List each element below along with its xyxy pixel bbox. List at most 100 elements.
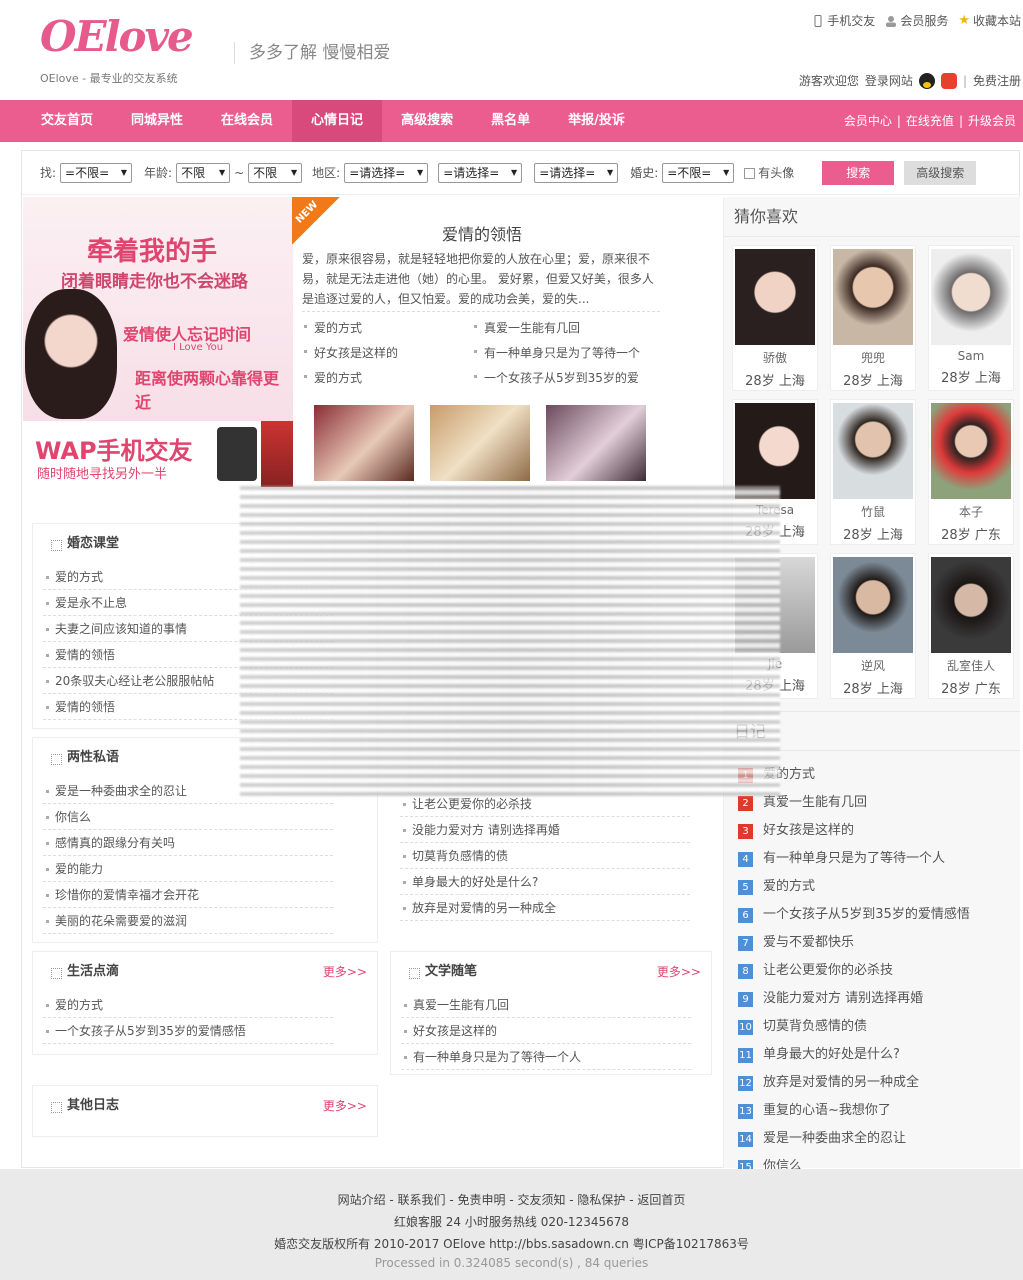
member-card[interactable]: 竹鼠 28岁 上海 (830, 399, 916, 545)
qq-login-icon[interactable] (918, 72, 935, 89)
member-name: 骄傲 (762, 351, 787, 365)
list-item[interactable]: 美丽的花朵需要爱的滋润 (43, 908, 333, 934)
has-photo-option[interactable]: 有头像 (744, 164, 794, 181)
rank-item[interactable]: 10 切莫背负感情的债 (738, 1013, 1020, 1041)
thumbnail-item[interactable] (430, 405, 530, 481)
section-literature-title: 文学随笔 更多>> (391, 952, 711, 992)
rank-item[interactable]: 2 真爱一生能有几回 (738, 789, 1020, 817)
has-photo-checkbox[interactable] (744, 168, 756, 179)
rank-item[interactable]: 5 爱的方式 (738, 873, 1020, 901)
nav-blacklist[interactable]: 黑名单 (472, 100, 549, 142)
rank-item[interactable]: 8 让老公更爱你的必杀技 (738, 957, 1020, 985)
list-item[interactable]: 没能力爱对方 请别选择再婚 (400, 817, 690, 843)
banner-line3-en: I Love You (173, 342, 224, 353)
list-item[interactable]: 爱的方式 (43, 992, 333, 1018)
thumbnail-item[interactable] (546, 405, 646, 481)
section-literature-more[interactable]: 更多>> (657, 952, 701, 992)
rank-item[interactable]: 14 爱是一种委曲求全的忍让 (738, 1125, 1020, 1153)
nav-diary[interactable]: 心情日记 (292, 100, 383, 142)
rank-number: 2 (738, 795, 753, 811)
login-link[interactable]: 登录网站 (865, 72, 913, 89)
nav-local[interactable]: 同城异性 (112, 100, 202, 142)
upgrade-link[interactable]: 升级会员 (963, 114, 1021, 128)
list-item[interactable]: 有一种单身只是为了等待一个人 (401, 1044, 691, 1070)
area-city-select[interactable]: =请选择= (438, 162, 523, 183)
list-item[interactable]: 一个女孩子从5岁到35岁的爱情感悟 (43, 1018, 333, 1044)
promo-banner[interactable]: 牵着我的手 闭着眼睛走你也不会迷路 爱情使人忘记时间 I Love You 距离… (23, 197, 293, 487)
rank-item[interactable]: 1爱的方式 (738, 761, 1020, 789)
list-item[interactable]: 你信么 (43, 804, 333, 830)
age-from-select[interactable]: 不限 (176, 162, 231, 183)
thumbnail-image (430, 405, 530, 481)
mobile-link[interactable]: 手机交友 (812, 12, 875, 29)
nav-report[interactable]: 举报/投诉 (549, 100, 644, 142)
rank-item[interactable]: 9 没能力爱对方 请别选择再婚 (738, 985, 1020, 1013)
member-avatar (931, 249, 1011, 345)
rank-title: 爱与不爱都快乐 (763, 935, 855, 950)
thumbnail-item[interactable] (314, 405, 414, 481)
rank-item[interactable]: 11 单身最大的好处是什么? (738, 1041, 1020, 1069)
weibo-login-icon[interactable] (940, 72, 957, 89)
featured-link[interactable]: 爱的方式 (302, 369, 362, 386)
section-other: 其他日志 更多>> (32, 1085, 378, 1137)
age-to-select[interactable]: 不限 (248, 162, 303, 183)
member-card[interactable]: Sam 28岁 上海 (928, 245, 1014, 391)
list-item[interactable]: 放弃是对爱情的另一种成全 (400, 895, 690, 921)
member-center-link[interactable]: 会员中心 (839, 114, 897, 128)
member-card[interactable]: 逆风 28岁 上海 (830, 553, 916, 699)
featured-link[interactable]: 真爱一生能有几回 (472, 319, 580, 336)
rank-number: 8 (738, 963, 753, 979)
list-item[interactable]: 感情真的跟缘分有关吗 (43, 830, 333, 856)
list-item[interactable]: 单身最大的好处是什么? (400, 869, 690, 895)
member-name: 竹鼠 (860, 505, 885, 519)
rank-item[interactable]: 3 好女孩是这样的 (738, 817, 1020, 845)
section-other-title: 其他日志 更多>> (33, 1086, 377, 1126)
area-province-select[interactable]: =请选择= (344, 162, 429, 183)
member-name: 逆风 (860, 659, 885, 673)
site-logo[interactable]: OElove (40, 12, 210, 72)
member-service-link[interactable]: 会员服务 (885, 12, 948, 29)
area-district-select[interactable]: =请选择= (534, 162, 619, 183)
list-item[interactable]: 爱的能力 (43, 856, 333, 882)
footer-links[interactable]: 网站介绍 - 联系我们 - 免责申明 - 交友须知 - 隐私保护 - 返回首页 (0, 1189, 1023, 1211)
featured-title[interactable]: 爱情的领悟 (302, 221, 662, 245)
rank-item[interactable]: 13 重复的心语~我想你了 (738, 1097, 1020, 1125)
list-item[interactable]: 真爱一生能有几回 (401, 992, 691, 1018)
register-link[interactable]: 免费注册 (973, 72, 1021, 89)
has-photo-label: 有头像 (758, 166, 795, 180)
recharge-link[interactable]: 在线充值 (901, 114, 959, 128)
nav-online[interactable]: 在线会员 (202, 100, 292, 142)
search-button[interactable]: 搜索 (822, 160, 895, 185)
rank-item[interactable]: 6 一个女孩子从5岁到35岁的爱情感悟 (738, 901, 1020, 929)
list-item[interactable]: 珍惜你的爱情幸福才会开花 (43, 882, 333, 908)
nav-home[interactable]: 交友首页 (22, 100, 112, 142)
rank-item[interactable]: 12 放弃是对爱情的另一种成全 (738, 1069, 1020, 1097)
featured-link[interactable]: 有一种单身只是为了等待一个 (472, 344, 640, 361)
list-item[interactable]: 切莫背负感情的债 (400, 843, 690, 869)
rank-item[interactable]: 7 爱与不爱都快乐 (738, 929, 1020, 957)
member-card[interactable]: 乱室佳人 28岁 广东 (928, 553, 1014, 699)
rank-title: 放弃是对爱情的另一种成全 (763, 1075, 920, 1090)
rank-number: 4 (738, 851, 753, 867)
bookmark-link[interactable]: ★ 收藏本站 (958, 12, 1021, 29)
advanced-search-button[interactable]: 高级搜索 (904, 160, 977, 185)
featured-link[interactable]: 爱的方式 (302, 319, 362, 336)
member-card[interactable]: 骄傲 28岁 上海 (732, 245, 818, 391)
rank-number: 3 (738, 823, 753, 839)
featured-link[interactable]: 一个女孩子从5岁到35岁的爱 (472, 369, 639, 386)
guess-title: 猜你喜欢 (724, 197, 1020, 237)
section-life-more[interactable]: 更多>> (323, 952, 367, 992)
site-footer: 网站介绍 - 联系我们 - 免责申明 - 交友须知 - 隐私保护 - 返回首页 … (0, 1169, 1023, 1280)
rank-title: 爱是一种委曲求全的忍让 (763, 1131, 907, 1146)
user-icon (886, 15, 897, 27)
rank-item[interactable]: 4 有一种单身只是为了等待一个人 (738, 845, 1020, 873)
nav-advanced-search[interactable]: 高级搜索 (382, 100, 472, 142)
member-card[interactable]: 兜兜 28岁 上海 (830, 245, 916, 391)
find-select[interactable]: =不限= (60, 162, 133, 183)
section-other-more[interactable]: 更多>> (323, 1086, 367, 1126)
marriage-select[interactable]: =不限= (662, 162, 735, 183)
list-item[interactable]: 好女孩是这样的 (401, 1018, 691, 1044)
wap-banner[interactable]: WAP手机交友 随时随地寻找另外一半 (23, 421, 293, 487)
featured-link[interactable]: 好女孩是这样的 (302, 344, 398, 361)
member-card[interactable]: 本子 28岁 广东 (928, 399, 1014, 545)
